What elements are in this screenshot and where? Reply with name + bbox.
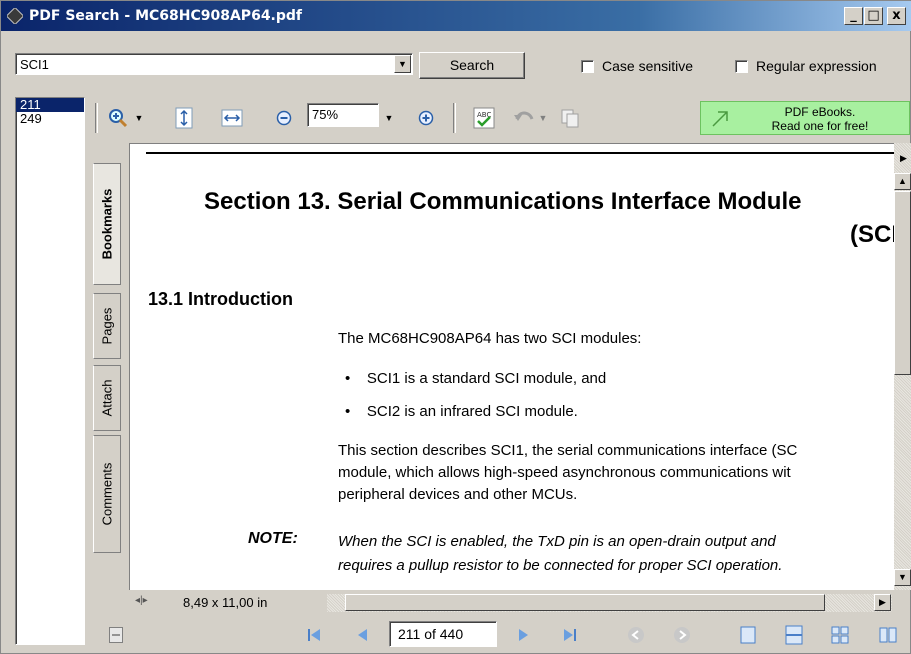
- checkbox-box[interactable]: [581, 59, 594, 73]
- panel-arrow-right-icon[interactable]: ▶: [895, 151, 911, 168]
- zoom-dropdown-icon[interactable]: ▼: [381, 107, 397, 129]
- zoom-tool-icon[interactable]: [107, 107, 129, 129]
- promo-line1: PDF eBooks.: [784, 105, 856, 119]
- horizontal-scroll-thumb[interactable]: [345, 594, 825, 611]
- ebooks-promo-button[interactable]: PDF eBooks. Read one for free!: [700, 101, 910, 135]
- search-bar: ▼ Search Case sensitive Regular expressi…: [1, 31, 911, 91]
- note-line: requires a pullup resistor to be connect…: [338, 557, 783, 574]
- two-page-view-icon[interactable]: [877, 624, 899, 646]
- promo-arrow-icon: [712, 111, 728, 127]
- bullet-item: • SCI2 is an infrared SCI module.: [345, 403, 578, 420]
- regex-checkbox[interactable]: Regular expression: [735, 58, 877, 74]
- toolbar-grip: [95, 103, 98, 133]
- viewer-toolbar: ▼ 75% ▼ ABC ▼ PDF eBooks. Read one for f…: [93, 97, 911, 139]
- bullet-text: SCI1 is a standard SCI module, and: [366, 370, 607, 387]
- paragraph-line: This section describes SCI1, the serial …: [338, 442, 798, 459]
- bullet-item: • SCI1 is a standard SCI module, and: [345, 370, 607, 387]
- next-page-icon[interactable]: [513, 624, 535, 646]
- horizontal-scrollbar[interactable]: [327, 594, 892, 612]
- toolbar-separator: [453, 103, 456, 133]
- document-view[interactable]: Section 13. Serial Communications Interf…: [129, 143, 894, 590]
- tab-attach[interactable]: Attach: [93, 365, 121, 431]
- minimize-button[interactable]: _: [844, 7, 863, 25]
- page-size-icon: ◂|▸: [135, 595, 148, 606]
- vertical-scroll-thumb[interactable]: [894, 191, 911, 375]
- copy-icon[interactable]: [559, 107, 581, 129]
- vertical-scrollbar[interactable]: ▶ ▲ ▼: [894, 143, 911, 590]
- regex-label: Regular expression: [756, 58, 877, 74]
- search-combobox[interactable]: ▼: [15, 53, 413, 75]
- maximize-button[interactable]: □: [864, 7, 883, 25]
- section-title: Section 13. Serial Communications Interf…: [204, 188, 802, 215]
- navigation-bar: 211 of 440: [93, 615, 911, 653]
- continuous-view-icon[interactable]: [783, 624, 805, 646]
- scroll-down-button[interactable]: ▼: [894, 569, 911, 586]
- status-row: ◂|▸ 8,49 x 11,00 in ◀ ▶: [129, 591, 911, 615]
- fit-page-icon[interactable]: [173, 107, 195, 129]
- paragraph-line: peripheral devices and other MCUs.: [338, 486, 578, 503]
- side-panel-tabs: Bookmarks Pages Attach Comments: [93, 143, 123, 591]
- app-icon: [7, 8, 23, 24]
- search-button[interactable]: Search: [419, 52, 525, 79]
- back-icon[interactable]: [625, 624, 647, 646]
- title-bar[interactable]: PDF Search - MC68HC908AP64.pdf _ □ x: [1, 1, 911, 31]
- undo-icon[interactable]: [513, 107, 535, 129]
- single-page-view-icon[interactable]: [737, 624, 759, 646]
- tab-bookmarks-label: Bookmarks: [99, 188, 115, 260]
- facing-pages-icon[interactable]: [829, 624, 851, 646]
- intro-paragraph: The MC68HC908AP64 has two SCI modules:: [338, 330, 642, 347]
- zoom-level-value: 75%: [312, 107, 339, 122]
- tab-pages[interactable]: Pages: [93, 293, 121, 359]
- pdf-search-window: PDF Search - MC68HC908AP64.pdf _ □ x ▼ S…: [0, 0, 911, 654]
- section-heading: 13.1 Introduction: [148, 289, 294, 309]
- window-title: PDF Search - MC68HC908AP64.pdf: [29, 8, 303, 24]
- result-item[interactable]: 249: [16, 112, 84, 126]
- result-item[interactable]: 211: [16, 98, 84, 112]
- checkbox-box[interactable]: [735, 59, 748, 73]
- tab-comments-label: Comments: [99, 462, 115, 526]
- results-list[interactable]: 211 249: [15, 97, 85, 645]
- case-sensitive-checkbox[interactable]: Case sensitive: [581, 58, 693, 74]
- promo-line2: Read one for free!: [771, 119, 869, 133]
- body-paragraph: This section describes SCI1, the serial …: [338, 440, 797, 506]
- fit-width-icon[interactable]: [221, 107, 243, 129]
- last-page-icon[interactable]: [559, 624, 581, 646]
- zoom-out-icon[interactable]: [273, 107, 295, 129]
- bullet-text: SCI2 is an infrared SCI module.: [366, 403, 578, 420]
- tab-bookmarks[interactable]: Bookmarks: [93, 163, 121, 285]
- note-label: NOTE:: [248, 530, 298, 547]
- note-line: When the SCI is enabled, the TxD pin is …: [338, 533, 776, 550]
- note-text: When the SCI is enabled, the TxD pin is …: [338, 530, 782, 578]
- spell-check-icon[interactable]: ABC: [473, 107, 495, 129]
- panel-toggle-icon[interactable]: [105, 624, 127, 646]
- tab-attach-label: Attach: [99, 379, 115, 417]
- zoom-level-input[interactable]: 75%: [307, 103, 379, 127]
- section-title-continued: (SCI: [850, 221, 894, 248]
- scroll-right-button[interactable]: ▶: [874, 594, 891, 611]
- zoom-in-icon[interactable]: [415, 107, 437, 129]
- undo-dropdown-icon[interactable]: ▼: [537, 107, 549, 129]
- search-input[interactable]: [20, 56, 380, 72]
- page-indicator: 211 of 440: [398, 626, 464, 642]
- page-size-label: 8,49 x 11,00 in: [183, 595, 268, 610]
- paragraph-line: module, which allows high-speed asynchro…: [338, 464, 791, 481]
- tab-comments[interactable]: Comments: [93, 435, 121, 553]
- page-number-input[interactable]: 211 of 440: [389, 621, 497, 647]
- zoom-tool-dropdown-icon[interactable]: ▼: [133, 107, 145, 129]
- scroll-up-button[interactable]: ▲: [894, 173, 911, 190]
- first-page-icon[interactable]: [303, 624, 325, 646]
- case-sensitive-label: Case sensitive: [602, 58, 694, 74]
- forward-icon[interactable]: [671, 624, 693, 646]
- close-button[interactable]: x: [887, 7, 906, 25]
- page-header-rule: [146, 152, 894, 154]
- chevron-down-icon: ▼: [398, 59, 407, 69]
- previous-page-icon[interactable]: [351, 624, 373, 646]
- search-history-dropdown[interactable]: ▼: [394, 55, 411, 73]
- tab-pages-label: Pages: [99, 307, 115, 345]
